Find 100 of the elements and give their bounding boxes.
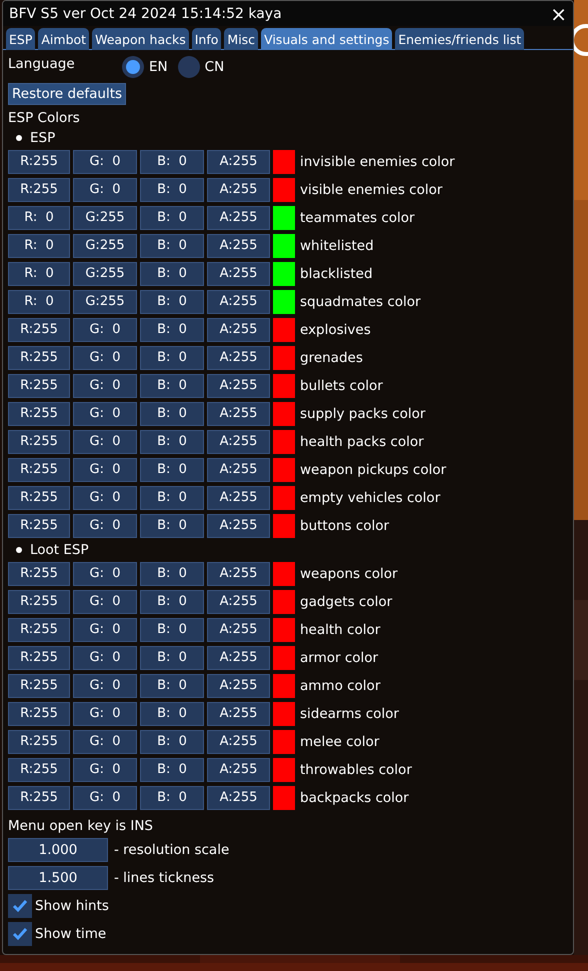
channel-value-field[interactable]: G: 0 [73, 178, 137, 202]
color-swatch[interactable] [273, 730, 295, 754]
language-radio[interactable]: EN [122, 56, 168, 78]
channel-value-field[interactable]: G: 0 [73, 646, 137, 670]
channel-value-field[interactable]: G: 0 [73, 590, 137, 614]
channel-value-field[interactable]: G: 0 [73, 786, 137, 810]
channel-value-field[interactable]: G: 0 [73, 730, 137, 754]
channel-value-field[interactable]: A:255 [207, 618, 270, 642]
channel-value-field[interactable]: R: 0 [8, 290, 70, 314]
channel-value-field[interactable]: G: 0 [73, 702, 137, 726]
channel-value-field[interactable]: G: 0 [73, 318, 137, 342]
channel-value-field[interactable]: B: 0 [140, 346, 204, 370]
channel-value-field[interactable]: B: 0 [140, 290, 204, 314]
channel-value-field[interactable]: A:255 [207, 402, 270, 426]
channel-value-field[interactable]: B: 0 [140, 178, 204, 202]
channel-value-field[interactable]: A:255 [207, 514, 270, 538]
tab[interactable]: Info [192, 28, 222, 50]
channel-value-field[interactable]: A:255 [207, 786, 270, 810]
channel-value-field[interactable]: R:255 [8, 346, 70, 370]
channel-value-field[interactable]: A:255 [207, 262, 270, 286]
color-swatch[interactable] [273, 646, 295, 670]
channel-value-field[interactable]: B: 0 [140, 234, 204, 258]
channel-value-field[interactable]: G:255 [73, 206, 137, 230]
channel-value-field[interactable]: G: 0 [73, 618, 137, 642]
channel-value-field[interactable]: G: 0 [73, 402, 137, 426]
channel-value-field[interactable]: A:255 [207, 758, 270, 782]
channel-value-field[interactable]: A:255 [207, 234, 270, 258]
channel-value-field[interactable]: G: 0 [73, 758, 137, 782]
channel-value-field[interactable]: R:255 [8, 486, 70, 510]
channel-value-field[interactable]: B: 0 [140, 430, 204, 454]
channel-value-field[interactable]: G: 0 [73, 150, 137, 174]
channel-value-field[interactable]: A:255 [207, 206, 270, 230]
channel-value-field[interactable]: B: 0 [140, 150, 204, 174]
tab[interactable]: Aimbot [38, 28, 90, 50]
channel-value-field[interactable]: G: 0 [73, 486, 137, 510]
color-swatch[interactable] [273, 514, 295, 538]
color-swatch[interactable] [273, 562, 295, 586]
color-swatch[interactable] [273, 486, 295, 510]
channel-value-field[interactable]: R:255 [8, 458, 70, 482]
channel-value-field[interactable]: B: 0 [140, 562, 204, 586]
channel-value-field[interactable]: R: 0 [8, 206, 70, 230]
channel-value-field[interactable]: G: 0 [73, 346, 137, 370]
channel-value-field[interactable]: B: 0 [140, 590, 204, 614]
color-swatch[interactable] [273, 150, 295, 174]
channel-value-field[interactable]: R:255 [8, 318, 70, 342]
channel-value-field[interactable]: R:255 [8, 514, 70, 538]
checkbox[interactable] [8, 894, 32, 918]
color-swatch[interactable] [273, 234, 295, 258]
channel-value-field[interactable]: B: 0 [140, 674, 204, 698]
channel-value-field[interactable]: R:255 [8, 674, 70, 698]
channel-value-field[interactable]: B: 0 [140, 486, 204, 510]
tab[interactable]: Visuals and settings [261, 28, 392, 50]
channel-value-field[interactable]: A:255 [207, 430, 270, 454]
channel-value-field[interactable]: R: 0 [8, 234, 70, 258]
color-swatch[interactable] [273, 618, 295, 642]
restore-defaults-button[interactable]: Restore defaults [8, 83, 126, 105]
color-swatch[interactable] [273, 346, 295, 370]
tab[interactable]: Weapon hacks [92, 28, 189, 50]
channel-value-field[interactable]: A:255 [207, 674, 270, 698]
tab[interactable]: ESP [6, 28, 36, 50]
channel-value-field[interactable]: B: 0 [140, 318, 204, 342]
channel-value-field[interactable]: R:255 [8, 786, 70, 810]
color-swatch[interactable] [273, 702, 295, 726]
color-swatch[interactable] [273, 674, 295, 698]
close-button[interactable]: × [550, 4, 567, 24]
channel-value-field[interactable]: A:255 [207, 730, 270, 754]
channel-value-field[interactable]: G:255 [73, 234, 137, 258]
color-swatch[interactable] [273, 402, 295, 426]
channel-value-field[interactable]: G: 0 [73, 430, 137, 454]
channel-value-field[interactable]: A:255 [207, 318, 270, 342]
channel-value-field[interactable]: R:255 [8, 430, 70, 454]
tab[interactable]: Misc [224, 28, 258, 50]
channel-value-field[interactable]: G: 0 [73, 374, 137, 398]
channel-value-field[interactable]: G: 0 [73, 562, 137, 586]
channel-value-field[interactable]: R:255 [8, 618, 70, 642]
channel-value-field[interactable]: G: 0 [73, 458, 137, 482]
channel-value-field[interactable]: G:255 [73, 290, 137, 314]
channel-value-field[interactable]: R:255 [8, 150, 70, 174]
channel-value-field[interactable]: B: 0 [140, 374, 204, 398]
color-swatch[interactable] [273, 206, 295, 230]
color-swatch[interactable] [273, 758, 295, 782]
channel-value-field[interactable]: B: 0 [140, 618, 204, 642]
channel-value-field[interactable]: R:255 [8, 402, 70, 426]
color-swatch[interactable] [273, 262, 295, 286]
channel-value-field[interactable]: A:255 [207, 346, 270, 370]
number-field[interactable]: 1.000 [8, 838, 108, 862]
channel-value-field[interactable]: B: 0 [140, 206, 204, 230]
color-swatch[interactable] [273, 290, 295, 314]
channel-value-field[interactable]: G:255 [73, 262, 137, 286]
color-swatch[interactable] [273, 318, 295, 342]
channel-value-field[interactable]: R:255 [8, 646, 70, 670]
channel-value-field[interactable]: B: 0 [140, 402, 204, 426]
channel-value-field[interactable]: R:255 [8, 730, 70, 754]
channel-value-field[interactable]: B: 0 [140, 702, 204, 726]
checkbox[interactable] [8, 922, 32, 946]
channel-value-field[interactable]: A:255 [207, 486, 270, 510]
color-swatch[interactable] [273, 590, 295, 614]
channel-value-field[interactable]: R: 0 [8, 262, 70, 286]
channel-value-field[interactable]: B: 0 [140, 646, 204, 670]
channel-value-field[interactable]: A:255 [207, 646, 270, 670]
